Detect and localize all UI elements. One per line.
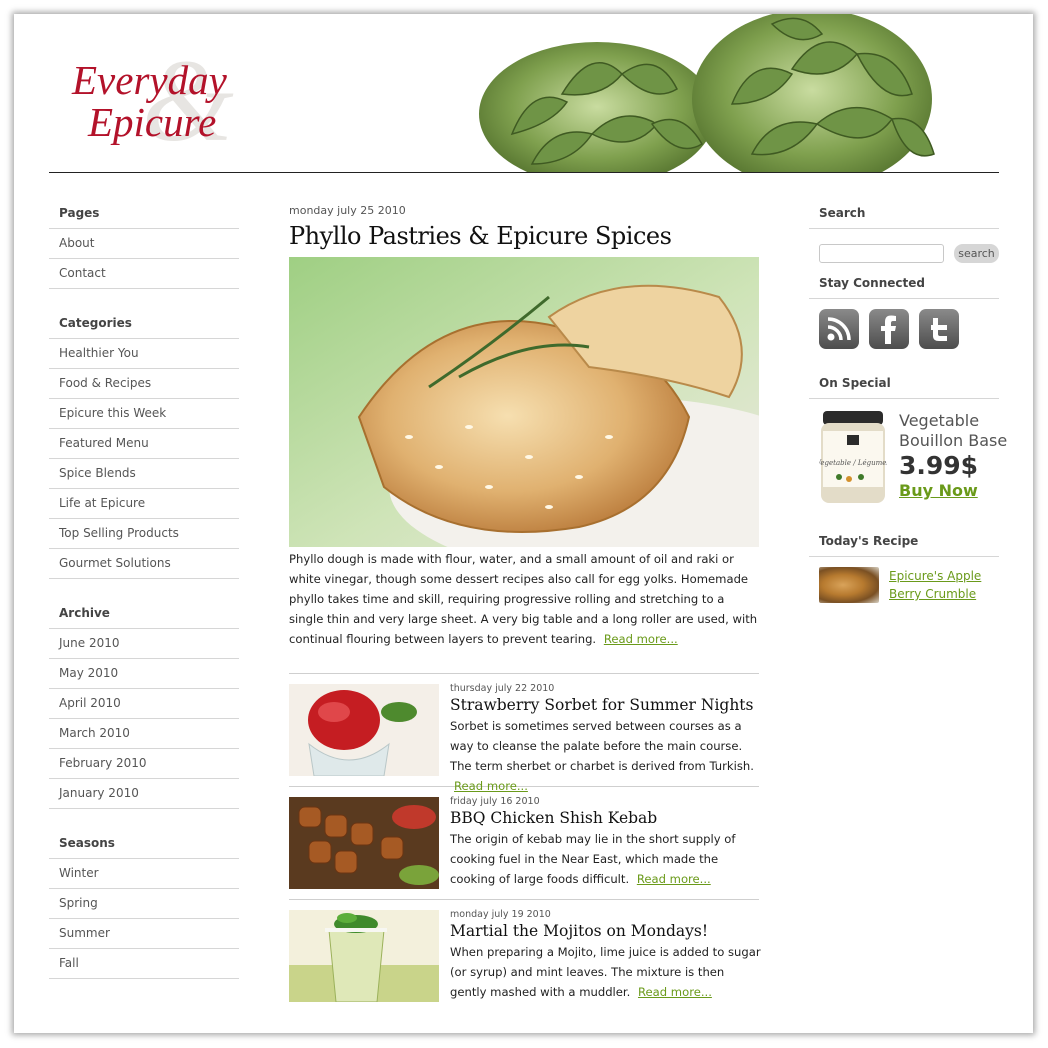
post-date: friday july 16 2010	[450, 796, 540, 807]
archive-item[interactable]: February 2010	[49, 749, 239, 779]
pages-section: Pages About Contact	[49, 199, 239, 289]
categories-heading: Categories	[49, 309, 239, 339]
featured-excerpt: Phyllo dough is made with flour, water, …	[289, 549, 759, 649]
search-button[interactable]: search	[954, 243, 999, 263]
twitter-icon[interactable]	[919, 309, 959, 349]
search-input[interactable]	[819, 243, 944, 263]
archive-item[interactable]: March 2010	[49, 719, 239, 749]
post-excerpt-text: When preparing a Mojito, lime juice is a…	[450, 945, 761, 999]
page-frame: & Everyday Epicure Pages About Contact C…	[14, 14, 1033, 1033]
seasons-heading: Seasons	[49, 829, 239, 859]
post-date: thursday july 22 2010	[450, 683, 555, 694]
post-read-more-link[interactable]: Read more...	[638, 985, 712, 999]
archive-item[interactable]: June 2010	[49, 629, 239, 659]
special-product: Vegetable / Légumes Vegetable Bouillon B…	[809, 399, 1007, 527]
season-item[interactable]: Fall	[49, 949, 239, 979]
category-item[interactable]: Spice Blends	[49, 459, 239, 489]
post-title[interactable]: BBQ Chicken Shish Kebab	[450, 808, 762, 828]
featured-excerpt-text: Phyllo dough is made with flour, water, …	[289, 552, 758, 646]
category-item[interactable]: Gourmet Solutions	[49, 549, 239, 579]
left-sidebar: Pages About Contact Categories Healthier…	[49, 199, 239, 999]
post-excerpt-text: Sorbet is sometimes served between cours…	[450, 719, 754, 773]
category-item[interactable]: Life at Epicure	[49, 489, 239, 519]
post-body: friday july 16 2010 BBQ Chicken Shish Ke…	[450, 796, 762, 889]
post-read-more-link[interactable]: Read more...	[637, 872, 711, 886]
category-item[interactable]: Top Selling Products	[49, 519, 239, 549]
special-product-name[interactable]: Vegetable Bouillon Base	[899, 411, 1019, 451]
rss-icon[interactable]	[819, 309, 859, 349]
archive-section: Archive June 2010 May 2010 April 2010 Ma…	[49, 599, 239, 809]
bouillon-jar-image[interactable]: Vegetable / Légumes	[819, 409, 887, 505]
category-item[interactable]: Featured Menu	[49, 429, 239, 459]
post-excerpt: When preparing a Mojito, lime juice is a…	[450, 942, 762, 1002]
featured-read-more-link[interactable]: Read more...	[604, 632, 678, 646]
phyllo-pastry-image[interactable]	[289, 257, 759, 547]
logo-text-line2: Epicure	[88, 99, 217, 145]
archive-item[interactable]: April 2010	[49, 689, 239, 719]
archive-item[interactable]: May 2010	[49, 659, 239, 689]
social-icons	[809, 299, 999, 369]
main-content: monday july 25 2010 Phyllo Pastries & Ep…	[289, 204, 762, 1012]
todays-recipe: Epicure's Apple Berry Crumble	[809, 557, 999, 617]
right-sidebar: Search search Stay Connected On Special	[809, 199, 1007, 617]
strawberry-sorbet-image[interactable]	[289, 684, 439, 776]
season-item[interactable]: Winter	[49, 859, 239, 889]
sidebar-item-about[interactable]: About	[49, 229, 239, 259]
category-item[interactable]: Epicure this Week	[49, 399, 239, 429]
logo-text-line1: Everyday	[72, 57, 227, 103]
mojito-image[interactable]	[289, 910, 439, 1002]
chicken-kebab-image[interactable]	[289, 797, 439, 889]
post-item: monday july 19 2010 Martial the Mojitos …	[289, 900, 762, 1012]
stay-connected-heading: Stay Connected	[809, 269, 999, 299]
artichoke-header-image	[479, 14, 935, 172]
post-item: friday july 16 2010 BBQ Chicken Shish Ke…	[289, 787, 759, 900]
post-title[interactable]: Strawberry Sorbet for Summer Nights	[450, 695, 762, 715]
category-item[interactable]: Food & Recipes	[49, 369, 239, 399]
pages-heading: Pages	[49, 199, 239, 229]
buy-now-link[interactable]: Buy Now	[899, 481, 978, 500]
on-special-heading: On Special	[809, 369, 999, 399]
site-logo[interactable]: & Everyday Epicure	[72, 42, 272, 166]
search-heading: Search	[809, 199, 999, 229]
crumble-thumbnail[interactable]	[819, 567, 879, 603]
category-item[interactable]: Healthier You	[49, 339, 239, 369]
archive-item[interactable]: January 2010	[49, 779, 239, 809]
post-body: thursday july 22 2010 Strawberry Sorbet …	[450, 683, 762, 796]
jar-label: Vegetable / Légumes	[819, 459, 887, 467]
header-divider	[49, 172, 999, 173]
archive-heading: Archive	[49, 599, 239, 629]
special-price: 3.99$	[899, 451, 979, 480]
post-body: monday july 19 2010 Martial the Mojitos …	[450, 909, 762, 1002]
featured-title[interactable]: Phyllo Pastries & Epicure Spices	[289, 221, 759, 251]
featured-date: monday july 25 2010	[289, 204, 406, 217]
facebook-icon[interactable]	[869, 309, 909, 349]
todays-recipe-heading: Today's Recipe	[809, 527, 999, 557]
sidebar-item-contact[interactable]: Contact	[49, 259, 239, 289]
post-date: monday july 19 2010	[450, 909, 551, 920]
todays-recipe-link[interactable]: Epicure's Apple Berry Crumble	[889, 567, 989, 603]
seasons-section: Seasons Winter Spring Summer Fall	[49, 829, 239, 979]
post-excerpt: Sorbet is sometimes served between cours…	[450, 716, 762, 796]
post-title[interactable]: Martial the Mojitos on Mondays!	[450, 921, 762, 941]
season-item[interactable]: Spring	[49, 889, 239, 919]
post-excerpt: The origin of kebab may lie in the short…	[450, 829, 762, 889]
post-item: thursday july 22 2010 Strawberry Sorbet …	[289, 674, 759, 793]
categories-section: Categories Healthier You Food & Recipes …	[49, 309, 239, 579]
search-form: search	[809, 229, 999, 269]
season-item[interactable]: Summer	[49, 919, 239, 949]
